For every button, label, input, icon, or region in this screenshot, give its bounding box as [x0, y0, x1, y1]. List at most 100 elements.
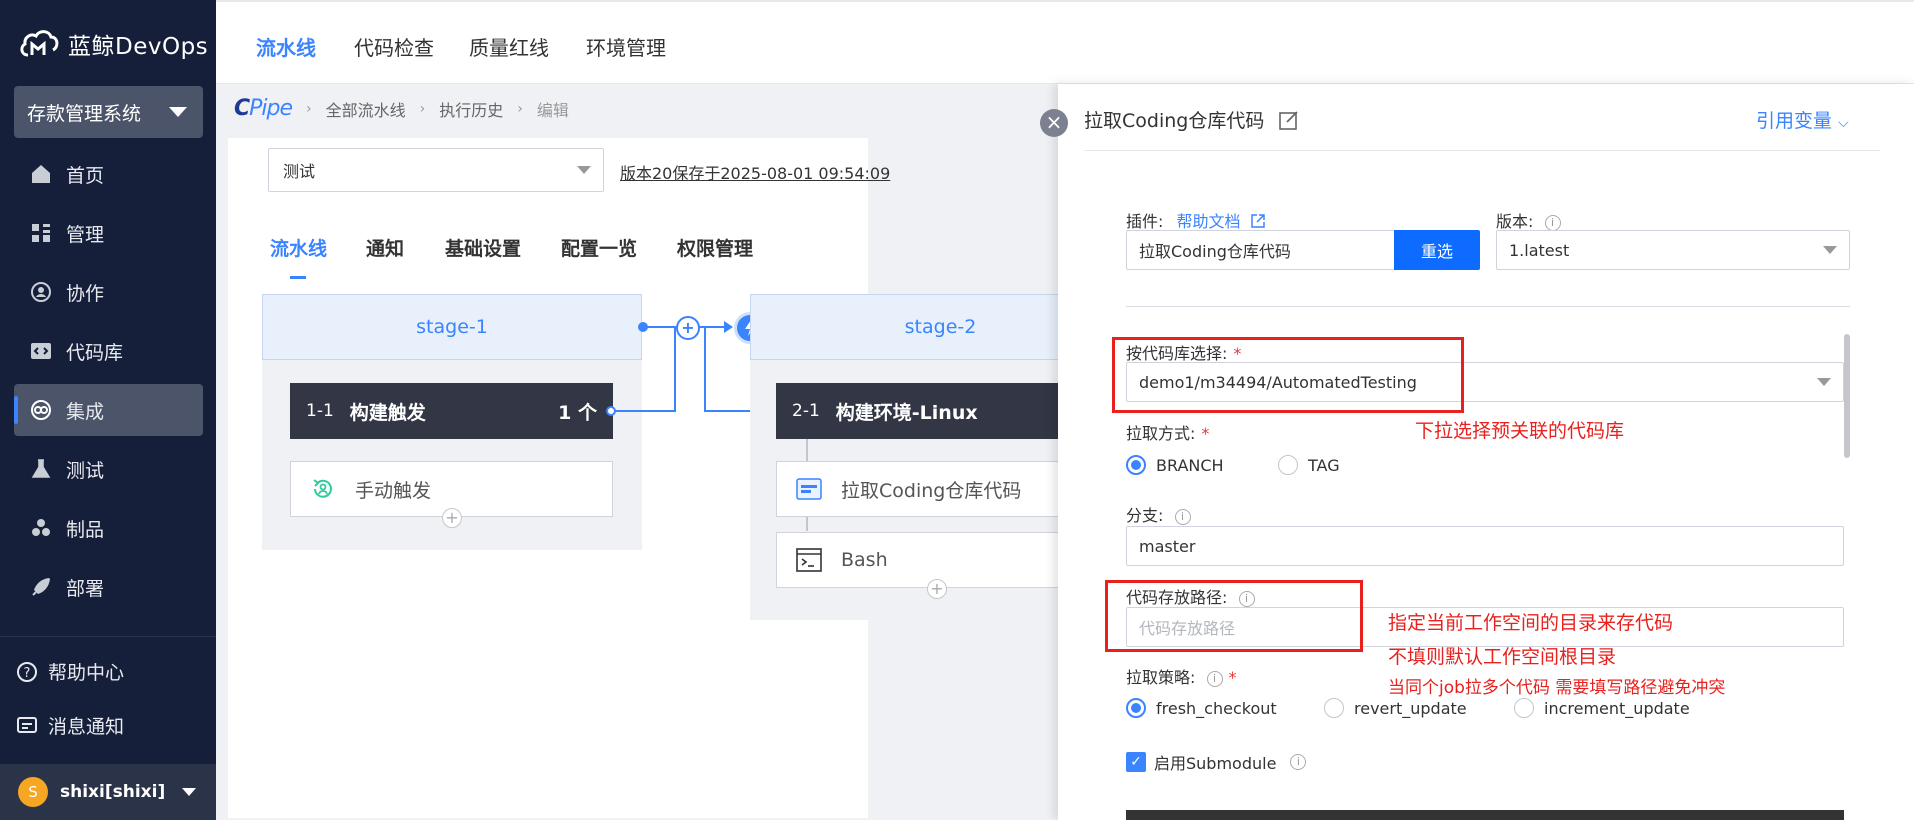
tab-basic-settings[interactable]: 基础设置 [445, 234, 521, 261]
caret-down-icon [577, 166, 591, 174]
branch-label-row: 分支: i [1126, 502, 1191, 526]
messages-link[interactable]: 消息通知 [16, 712, 124, 739]
caret-down-icon [1823, 246, 1837, 254]
version-info-link[interactable]: 版本20保存于2025-08-01 09:54:09 [620, 160, 890, 184]
sidebar-item-test[interactable]: 测试 [14, 443, 203, 495]
job-1-1[interactable]: 1-1 构建触发 1 个 [290, 383, 613, 439]
plugin-version-select[interactable]: 1.latest [1496, 230, 1850, 270]
radio-fresh-checkout[interactable]: fresh_checkout [1126, 698, 1277, 718]
tab-pipeline[interactable]: 流水线 [256, 32, 316, 61]
branch-value: master [1139, 536, 1196, 556]
branch-label: 分支: [1126, 506, 1164, 525]
help-center-label: 帮助中心 [48, 662, 125, 684]
info-icon[interactable]: i [1290, 754, 1307, 770]
integration-icon [28, 397, 54, 423]
atom-coding-checkout[interactable]: 拉取Coding仓库代码 [776, 461, 1058, 517]
add-atom-button[interactable]: + [927, 579, 947, 599]
tab-permissions[interactable]: 权限管理 [677, 234, 753, 261]
connector-line [612, 410, 674, 412]
radio-increment-update[interactable]: increment_update [1514, 698, 1690, 718]
svg-text:?: ? [24, 666, 31, 681]
highlight-box-path [1105, 580, 1363, 652]
sidebar-item-label: 测试 [66, 459, 105, 482]
required-mark: * [1201, 424, 1210, 443]
radio-revert-update[interactable]: revert_update [1324, 698, 1467, 718]
logo[interactable]: 蓝鲸DevOps [18, 24, 208, 64]
tab-notify[interactable]: 通知 [366, 234, 404, 261]
info-icon[interactable]: i [1544, 215, 1561, 231]
help-center-link[interactable]: ? 帮助中心 [16, 658, 124, 685]
add-stage-button[interactable]: + [676, 316, 700, 340]
question-icon: ? [17, 661, 37, 682]
close-icon[interactable]: × [1040, 109, 1068, 137]
atom-label: 手动触发 [355, 479, 432, 502]
tab-quality-gate[interactable]: 质量红线 [469, 32, 549, 61]
radio-branch[interactable]: BRANCH [1126, 455, 1224, 475]
project-selector[interactable]: 存款管理系统 [14, 86, 203, 138]
breadcrumb-all-pipelines[interactable]: 全部流水线 [326, 97, 406, 121]
edit-icon[interactable] [1278, 109, 1300, 131]
add-atom-button[interactable]: + [442, 508, 462, 528]
radio-label: revert_update [1354, 698, 1467, 718]
tab-pipeline-edit[interactable]: 流水线 [270, 234, 327, 261]
terminal-icon [795, 546, 823, 574]
info-icon[interactable]: i [1174, 509, 1191, 525]
atom-label: Bash [841, 549, 888, 571]
sidebar-item-collab[interactable]: 协作 [14, 266, 203, 318]
job-number: 2-1 [792, 401, 820, 421]
reselect-button[interactable]: 重选 [1394, 230, 1480, 270]
radio-dot [1126, 698, 1146, 718]
messages-label: 消息通知 [48, 716, 125, 738]
sidebar-item-manage[interactable]: 管理 [14, 207, 203, 259]
annotation-repo-hint: 下拉选择预关联的代码库 [1415, 420, 1625, 442]
caret-down-icon [169, 107, 187, 117]
sidebar-item-deploy[interactable]: 部署 [14, 561, 203, 613]
atom-label: 拉取Coding仓库代码 [841, 479, 1022, 502]
breadcrumb-history[interactable]: 执行历史 [439, 97, 503, 121]
sidebar-item-home[interactable]: 首页 [14, 148, 203, 200]
sidebar-item-integration[interactable]: 集成 [14, 384, 203, 436]
tab-code-check[interactable]: 代码检查 [354, 32, 434, 61]
version-label-row: 版本: i [1496, 208, 1561, 232]
active-tab-indicator [290, 276, 306, 279]
sidebar: 蓝鲸DevOps 存款管理系统 首页 管理 协作 代码库 集成 测试 制品 部署… [0, 0, 216, 820]
info-icon[interactable]: i [1206, 671, 1223, 687]
sidebar-item-artifact[interactable]: 制品 [14, 502, 203, 554]
radio-label: BRANCH [1156, 455, 1224, 475]
job-title: 构建触发 [349, 401, 426, 424]
submodule-checkbox[interactable]: ✓ 启用Submodule i [1126, 750, 1307, 774]
home-icon [28, 161, 54, 187]
sidebar-item-label: 首页 [66, 164, 105, 187]
external-link-icon[interactable] [1250, 213, 1266, 229]
check-icon: ✓ [1126, 752, 1146, 772]
help-doc-link[interactable]: 帮助文档 [1177, 212, 1241, 231]
chevron-right-icon: › [419, 100, 426, 117]
bk-cloud-icon [20, 30, 59, 57]
branch-input[interactable]: master [1126, 526, 1844, 566]
radio-tag[interactable]: TAG [1278, 455, 1340, 475]
pull-mode-label-row: 拉取方式: * [1126, 420, 1209, 444]
user-menu[interactable]: S shixi[shixi] [0, 764, 216, 820]
panel-scrollbar[interactable] [1844, 334, 1850, 458]
sidebar-item-repo[interactable]: 代码库 [14, 325, 203, 377]
submodule-label: 启用Submodule [1154, 754, 1277, 773]
radio-dot [1324, 698, 1344, 718]
stage-1-header[interactable]: stage-1 [262, 294, 642, 360]
highlight-box-repo [1112, 337, 1464, 413]
annotation-path-hint-2: 不填则默认工作空间根目录 [1388, 646, 1617, 668]
required-mark: * [1228, 668, 1237, 687]
tab-config-overview[interactable]: 配置一览 [561, 234, 637, 261]
sidebar-item-label: 代码库 [66, 341, 124, 364]
atom-bash[interactable]: Bash [776, 532, 1058, 588]
job-2-1[interactable]: 2-1 构建环境-Linux [776, 383, 1058, 439]
pull-mode-label: 拉取方式: [1126, 424, 1196, 443]
sidebar-item-label: 集成 [66, 400, 105, 423]
reference-variable-dropdown[interactable]: 引用变量 ⌵ [1756, 106, 1849, 133]
annotation-path-hint-1: 指定当前工作空间的目录来存代码 [1388, 612, 1674, 634]
job-title: 构建环境-Linux [835, 401, 978, 424]
chevron-right-icon: › [517, 100, 523, 117]
tab-env-manage[interactable]: 环境管理 [586, 32, 666, 61]
cpipe-logo[interactable]: CPipe [234, 96, 293, 121]
logo-text: 蓝鲸DevOps [68, 34, 209, 60]
version-select[interactable]: 测试 [268, 148, 604, 192]
